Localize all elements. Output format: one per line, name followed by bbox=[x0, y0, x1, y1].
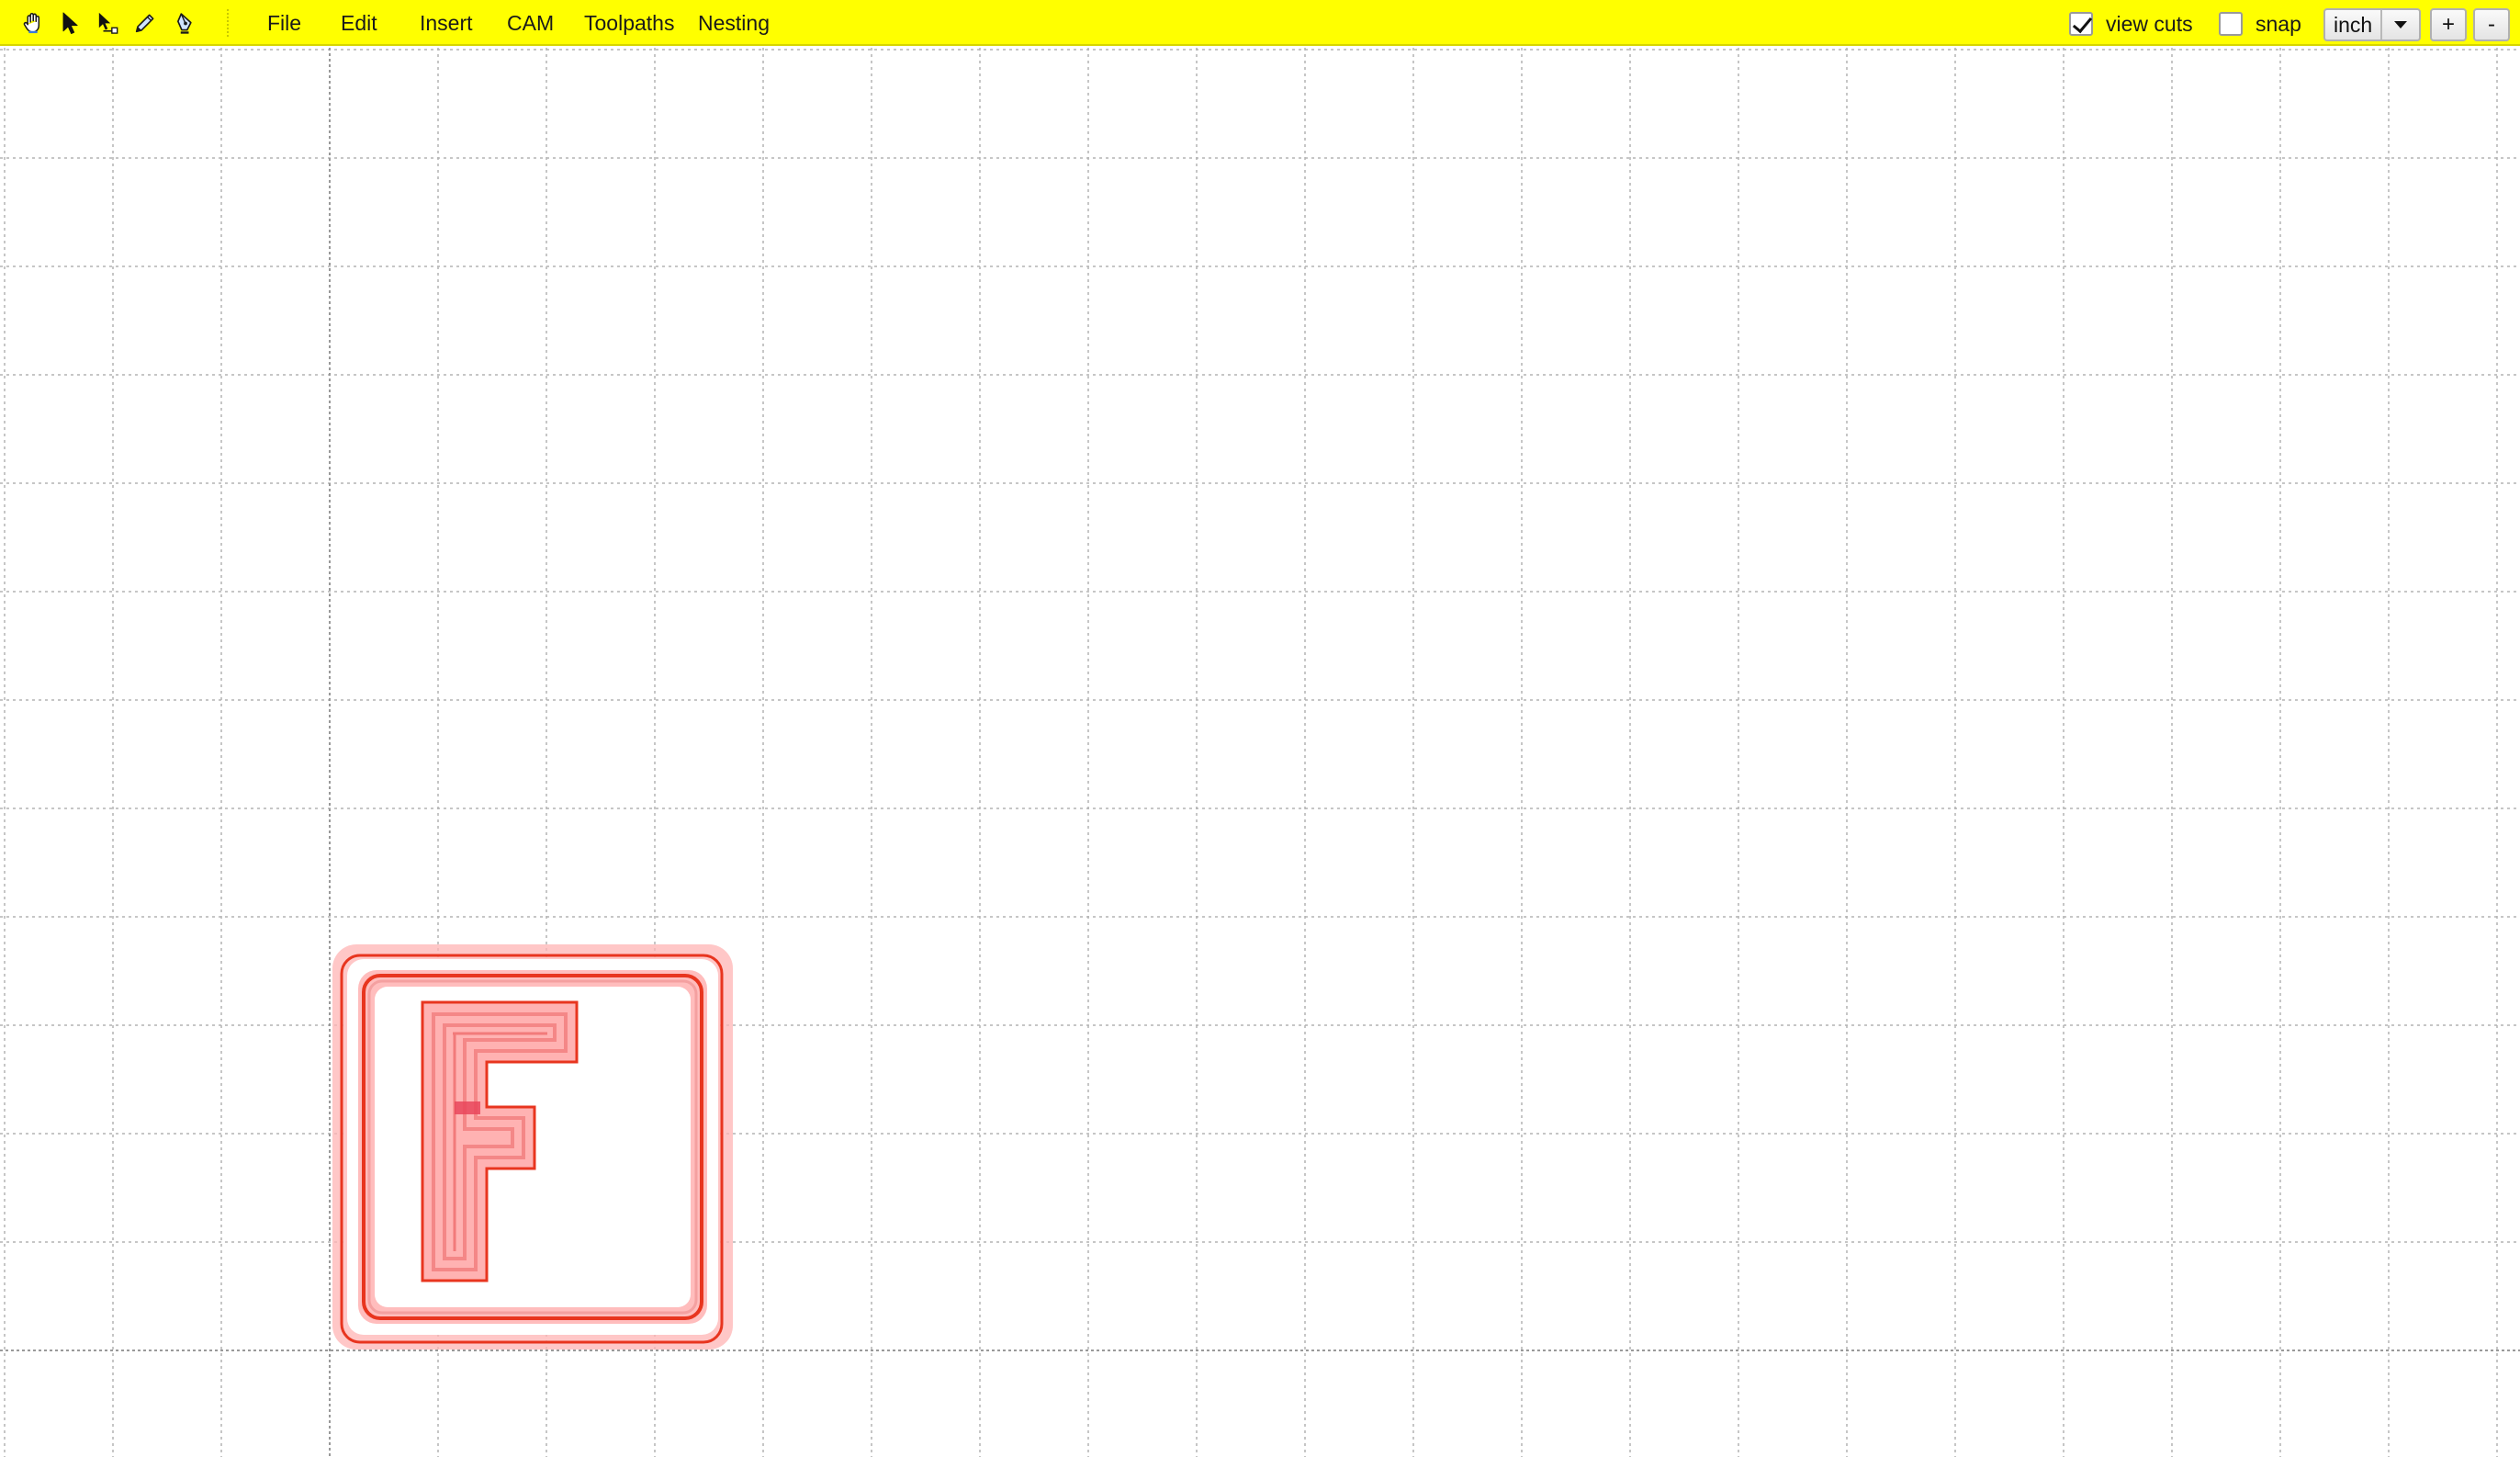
menu-file[interactable]: File bbox=[267, 11, 301, 36]
select-arrow-icon[interactable] bbox=[55, 8, 84, 38]
pen-tool-icon[interactable] bbox=[171, 8, 200, 38]
toolbar-separator bbox=[227, 9, 229, 37]
zoom-in-button[interactable]: + bbox=[2430, 8, 2467, 41]
design-canvas[interactable] bbox=[0, 48, 2520, 1457]
pencil-icon[interactable] bbox=[130, 8, 160, 38]
unit-select[interactable]: inch bbox=[2323, 8, 2421, 41]
node-edit-icon[interactable] bbox=[92, 8, 121, 38]
view-cuts-checkbox[interactable] bbox=[2069, 12, 2093, 36]
menu-edit[interactable]: Edit bbox=[341, 11, 377, 36]
unit-value: inch bbox=[2334, 12, 2373, 37]
snap-label: snap bbox=[2256, 11, 2301, 36]
menu-insert[interactable]: Insert bbox=[420, 11, 473, 36]
menu-cam[interactable]: CAM bbox=[507, 11, 554, 36]
pan-hand-icon[interactable] bbox=[18, 8, 48, 38]
snap-toggle[interactable]: snap bbox=[2219, 11, 2301, 37]
menu-toolpaths[interactable]: Toolpaths bbox=[584, 11, 674, 36]
plunge-marker bbox=[455, 1101, 480, 1114]
zoom-out-button[interactable]: - bbox=[2473, 8, 2510, 41]
snap-checkbox[interactable] bbox=[2219, 12, 2243, 36]
main-toolbar: File Edit Insert CAM Toolpaths Nesting v… bbox=[0, 0, 2520, 46]
f-badge-design[interactable] bbox=[332, 944, 733, 1350]
chevron-down-icon[interactable] bbox=[2380, 10, 2419, 40]
menu-nesting[interactable]: Nesting bbox=[698, 11, 770, 36]
view-cuts-toggle[interactable]: view cuts bbox=[2069, 11, 2193, 37]
view-cuts-label: view cuts bbox=[2106, 11, 2193, 36]
